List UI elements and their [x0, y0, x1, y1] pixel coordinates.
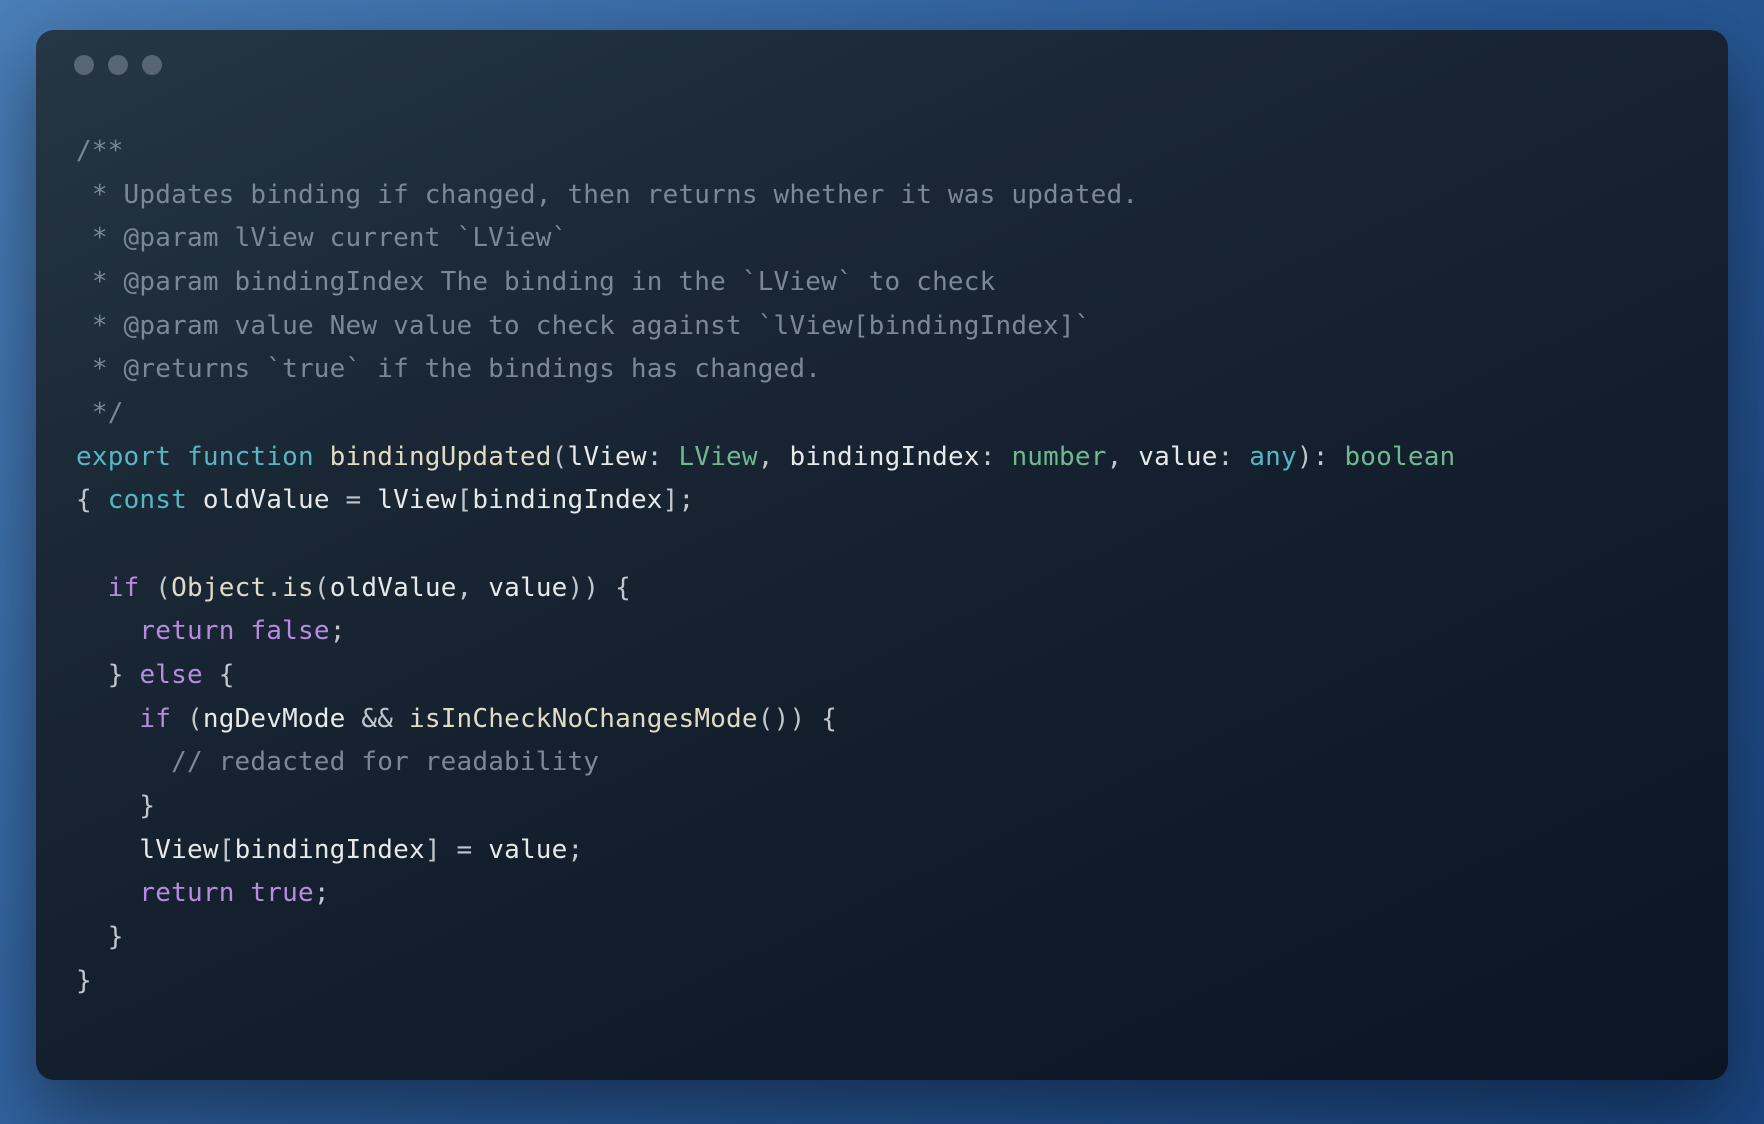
lit-false: false [250, 616, 329, 646]
kw-const: const [108, 485, 187, 515]
punct: ) [774, 704, 790, 734]
method: is [282, 573, 314, 603]
traffic-light-minimize-icon[interactable] [108, 55, 128, 75]
punct: = [457, 835, 473, 865]
kw-export: export [76, 442, 171, 472]
jsdoc-line: * @returns `true` if the bindings has ch… [76, 354, 821, 384]
lit-true: true [250, 878, 313, 908]
fn-call: isInCheckNoChangesMode [409, 704, 758, 734]
punct: [ [219, 835, 235, 865]
window-titlebar [36, 30, 1728, 100]
punct: ( [552, 442, 568, 472]
punct: = [346, 485, 362, 515]
code-block: /** * Updates binding if changed, then r… [36, 126, 1728, 1043]
line-comment: // redacted for readability [171, 747, 599, 777]
jsdoc-line: * @param bindingIndex The binding in the… [76, 267, 996, 297]
var: value [488, 573, 567, 603]
jsdoc-line: * @param lView current `LView` [76, 223, 567, 253]
punct: ( [187, 704, 203, 734]
var: bindingIndex [472, 485, 662, 515]
punct: ] [425, 835, 441, 865]
param: bindingIndex [789, 442, 979, 472]
punct: : [980, 442, 996, 472]
param: lView [567, 442, 646, 472]
punct: : [1313, 442, 1329, 472]
punct: ( [155, 573, 171, 603]
punct: ( [758, 704, 774, 734]
punct: { [219, 660, 235, 690]
type: number [1011, 442, 1106, 472]
var: ngDevMode [203, 704, 346, 734]
fn-name: bindingUpdated [330, 442, 552, 472]
type: LView [678, 442, 757, 472]
punct: } [108, 660, 124, 690]
punct: ; [314, 878, 330, 908]
punct: ) [789, 704, 805, 734]
punct: { [615, 573, 631, 603]
var: lView [377, 485, 456, 515]
kw-return: return [139, 878, 234, 908]
param: value [1138, 442, 1217, 472]
punct: ) [583, 573, 599, 603]
kw-if: if [139, 704, 171, 734]
punct: : [1218, 442, 1234, 472]
punct: , [758, 442, 774, 472]
var: bindingIndex [235, 835, 425, 865]
kw-else: else [139, 660, 202, 690]
punct: ] [663, 485, 679, 515]
punct: , [1107, 442, 1123, 472]
punct: [ [457, 485, 473, 515]
jsdoc-line: */ [76, 398, 124, 428]
punct: ) [568, 573, 584, 603]
punct: ; [568, 835, 584, 865]
traffic-light-close-icon[interactable] [74, 55, 94, 75]
kw-function: function [187, 442, 314, 472]
punct: ( [314, 573, 330, 603]
jsdoc-line: /** [76, 136, 124, 166]
punct: { [821, 704, 837, 734]
var: oldValue [203, 485, 330, 515]
var: oldValue [330, 573, 457, 603]
punct: , [457, 573, 473, 603]
punct: ) [1297, 442, 1313, 472]
code-window: /** * Updates binding if changed, then r… [36, 30, 1728, 1080]
punct: : [647, 442, 663, 472]
kw-return: return [139, 616, 234, 646]
var: lView [139, 835, 218, 865]
traffic-light-zoom-icon[interactable] [142, 55, 162, 75]
jsdoc-line: * @param value New value to check agains… [76, 311, 1091, 341]
return-type: boolean [1344, 442, 1455, 472]
punct: } [76, 966, 92, 996]
type-any: any [1249, 442, 1297, 472]
punct: } [139, 791, 155, 821]
op-and: && [361, 704, 393, 734]
punct: } [108, 922, 124, 952]
punct: . [266, 573, 282, 603]
punct: ; [679, 485, 695, 515]
jsdoc-line: * Updates binding if changed, then retur… [76, 180, 1138, 210]
var: value [488, 835, 567, 865]
obj: Object [171, 573, 266, 603]
punct: ; [330, 616, 346, 646]
kw-if: if [108, 573, 140, 603]
punct: { [76, 485, 92, 515]
